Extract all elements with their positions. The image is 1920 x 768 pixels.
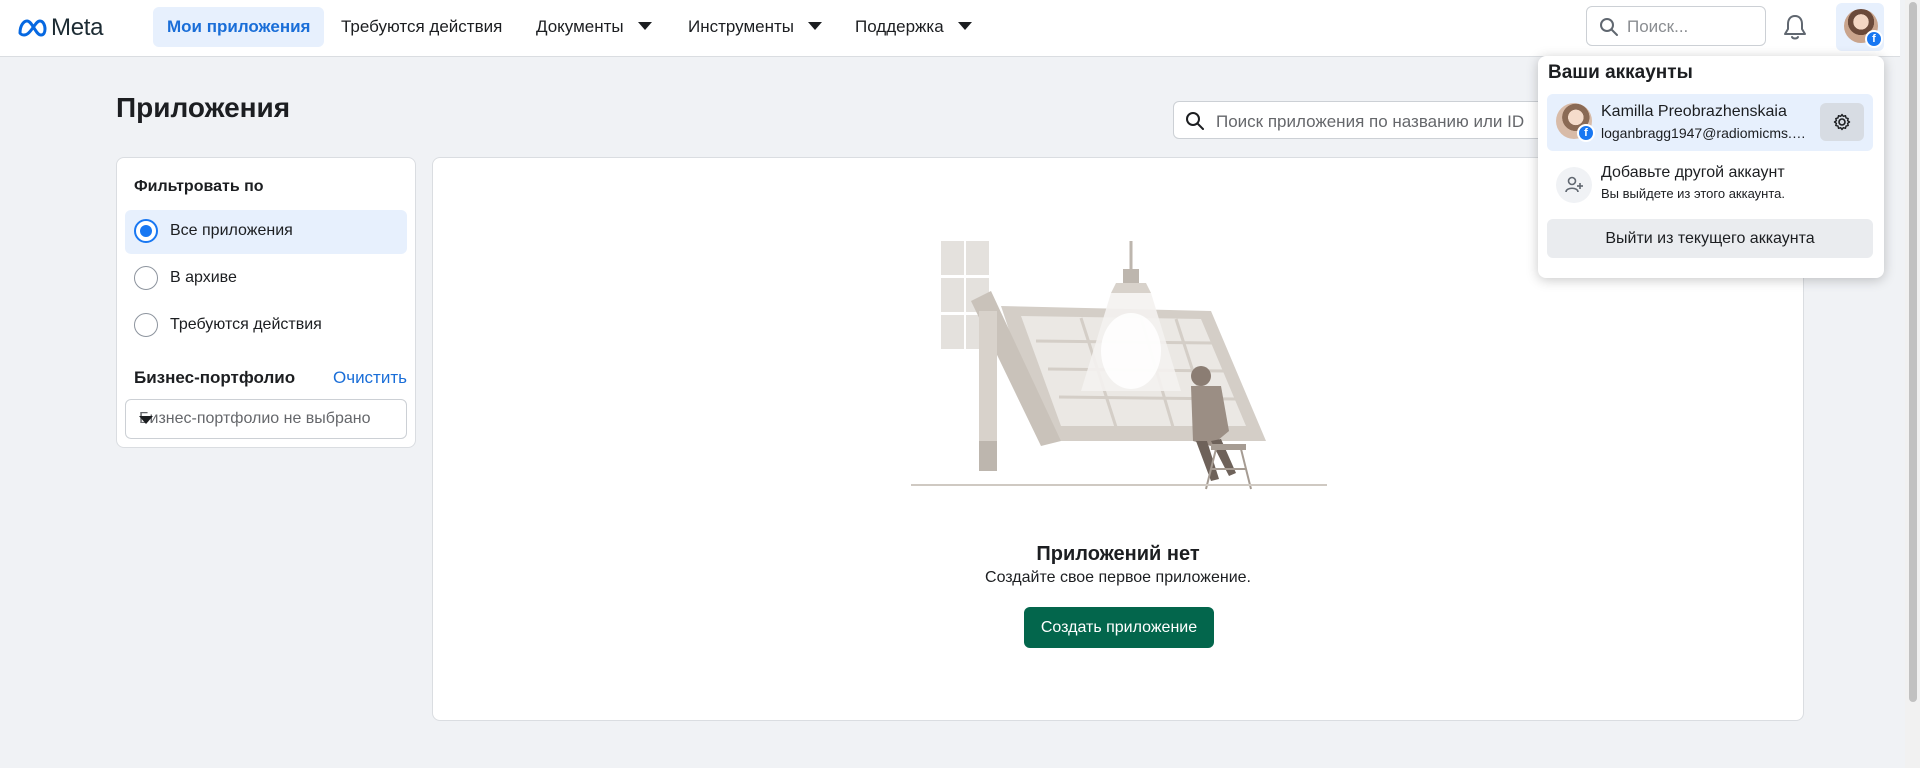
search-icon	[1600, 18, 1618, 36]
account-email: loganbragg1947@radiomicms.co...	[1601, 125, 1811, 141]
facebook-badge-icon: f	[1865, 30, 1883, 48]
account-settings-button[interactable]	[1820, 103, 1864, 141]
add-account-row[interactable]: Добавьте другой аккаунт Вы выйдете из эт…	[1547, 159, 1873, 209]
app-search-box	[1173, 101, 1553, 139]
nav-docs-label: Документы	[536, 17, 624, 36]
filter-option-label: В архиве	[170, 269, 237, 286]
business-portfolio-select[interactable]: Бизнес-портфолио не выбрано	[125, 399, 407, 439]
empty-state-illustration	[911, 241, 1327, 490]
page-title: Приложения	[116, 92, 291, 123]
nav-my-apps[interactable]: Мои приложения	[153, 7, 325, 47]
filter-panel: Фильтровать по Все приложения В архиве Т…	[116, 157, 416, 448]
account-avatar-button[interactable]: f	[1836, 3, 1884, 51]
create-app-button[interactable]: Создать приложение	[1024, 607, 1214, 648]
filter-option-all-apps[interactable]: Все приложения	[125, 210, 407, 254]
logo-text: Meta	[51, 14, 104, 41]
chevron-down-icon	[957, 21, 972, 30]
nav-support-label: Поддержка	[855, 17, 944, 36]
filter-title: Фильтровать по	[134, 178, 264, 195]
filter-option-actions-required[interactable]: Требуются действия	[125, 304, 407, 348]
meta-logo[interactable]: Meta	[17, 14, 103, 42]
accounts-dropdown: Ваши аккаунты f Kamilla Preobrazhenskaia…	[1538, 56, 1884, 278]
top-navbar: Meta Мои приложения Требуются действия Д…	[0, 0, 1900, 57]
facebook-badge-icon: f	[1577, 124, 1595, 142]
scrollbar-thumb[interactable]	[1909, 2, 1917, 702]
account-name: Kamilla Preobrazhenskaia	[1601, 103, 1787, 120]
chevron-down-icon	[139, 416, 153, 424]
filter-option-archived[interactable]: В архиве	[125, 257, 407, 301]
add-account-title: Добавьте другой аккаунт	[1601, 164, 1785, 181]
filter-option-label: Все приложения	[170, 222, 293, 239]
radio-button[interactable]	[134, 266, 158, 290]
nav-docs[interactable]: Документы	[522, 7, 666, 47]
clear-filter-link[interactable]: Очистить	[333, 368, 407, 388]
chevron-down-icon	[637, 21, 652, 30]
logout-button[interactable]: Выйти из текущего аккаунта	[1547, 219, 1873, 258]
add-person-icon	[1556, 167, 1592, 203]
bell-icon[interactable]	[1782, 13, 1808, 41]
app-search-input[interactable]	[1214, 110, 1548, 134]
nav-actions-required[interactable]: Требуются действия	[327, 7, 516, 47]
accounts-dropdown-title: Ваши аккаунты	[1548, 62, 1693, 83]
business-portfolio-label: Бизнес-портфолио	[134, 368, 296, 387]
page-scrollbar[interactable]	[1905, 0, 1920, 768]
gear-icon	[1833, 113, 1851, 131]
filter-option-label: Требуются действия	[170, 316, 322, 333]
top-search-box	[1586, 6, 1766, 46]
current-account-row[interactable]: f Kamilla Preobrazhenskaia loganbragg194…	[1547, 94, 1873, 151]
radio-button[interactable]	[134, 219, 158, 243]
nav-support[interactable]: Поддержка	[841, 7, 986, 47]
radio-button[interactable]	[134, 313, 158, 337]
top-search-input[interactable]	[1625, 15, 1759, 39]
nav-tools[interactable]: Инструменты	[674, 7, 836, 47]
empty-state-subtitle: Создайте свое первое приложение.	[985, 569, 1251, 586]
nav-tools-label: Инструменты	[688, 17, 795, 36]
meta-logo-icon	[18, 19, 47, 37]
business-portfolio-value: Бизнес-портфолио не выбрано	[139, 410, 371, 427]
chevron-down-icon	[808, 21, 823, 30]
search-icon	[1186, 112, 1204, 130]
empty-state-title: Приложений нет	[1036, 543, 1200, 565]
add-account-subtitle: Вы выйдете из этого аккаунта.	[1601, 186, 1785, 201]
